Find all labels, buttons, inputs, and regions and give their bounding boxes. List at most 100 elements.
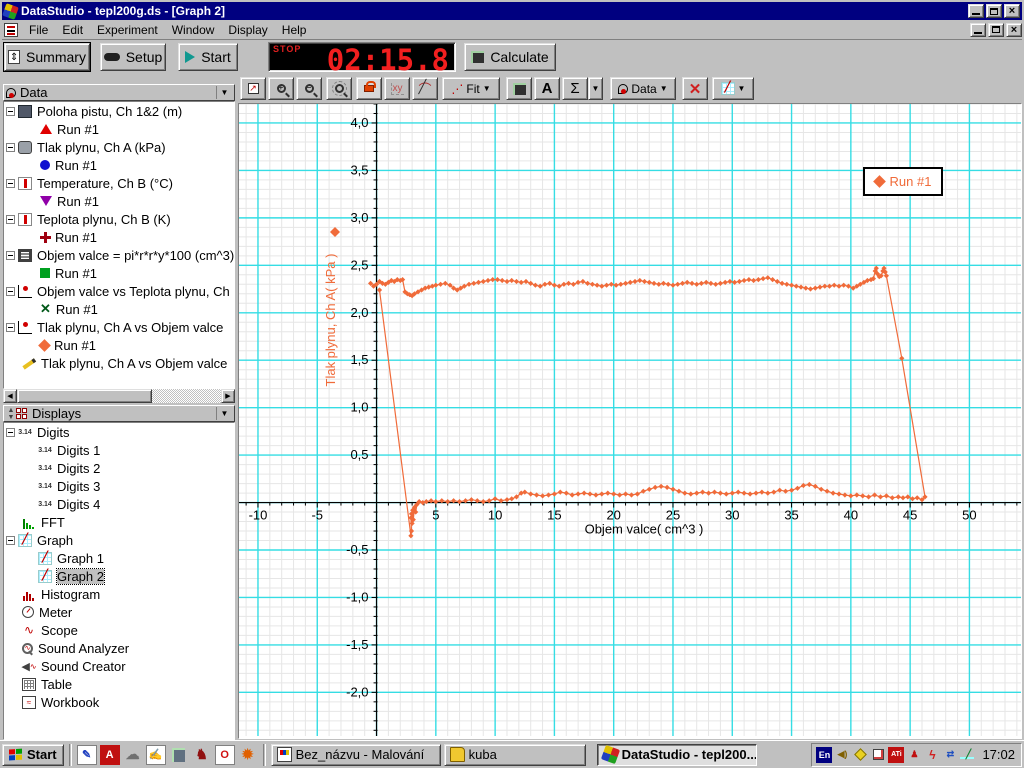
display-item-meter[interactable]: Meter [4,603,234,621]
display-item-digits2[interactable]: 3.14 Digits 2 [4,459,234,477]
quicklaunch-flame-icon[interactable]: ✹ [238,745,258,765]
start-menu-button[interactable]: Start [2,743,64,766]
slope-tool-button[interactable]: ⌒ ╱ [412,77,438,100]
tree-item-run[interactable]: Run #1 [4,120,234,138]
task-paint[interactable]: Bez_názvu - Malování [270,743,441,766]
tree-item-run[interactable]: Run #1 [4,156,234,174]
setup-button[interactable]: Setup [100,43,166,71]
volume-icon[interactable]: ◀) [834,747,850,763]
tree-item-run[interactable]: Run #1 [4,264,234,282]
collapse-icon[interactable] [6,214,15,224]
graph-display[interactable]: -10 -5 5 10 15 20 25 30 35 40 45 50 4,0 3,5 3,0 2,5 2,0 1… [238,103,1022,739]
data-panel-dropdown[interactable]: ▼ [216,86,232,99]
scrollbar-thumb[interactable] [17,389,152,403]
calculate-button[interactable]: Calculate [464,43,556,71]
collapse-icon[interactable] [6,427,15,437]
display-item-fft[interactable]: FFT [4,513,234,531]
menu-edit[interactable]: Edit [55,21,90,39]
tree-item-sensor[interactable]: Teplota plynu, Ch B (K) [4,210,234,228]
restore-button[interactable] [986,4,1002,18]
graph-settings-dropdown[interactable]: ▼ [712,77,754,100]
tree-item-sensor[interactable]: Temperature, Ch B (°C) [4,174,234,192]
minimize-button[interactable] [968,4,984,18]
zoom-in-button[interactable]: + [268,77,294,100]
remove-button[interactable]: ✕ [682,77,708,100]
child-minimize-button[interactable] [970,22,986,37]
display-item-graph1[interactable]: Graph 1 [4,549,234,567]
display-item-table[interactable]: Table [4,675,234,693]
collapse-icon[interactable] [6,322,15,332]
quicklaunch-write-icon[interactable]: ✍ [145,744,166,765]
ati-icon[interactable]: ATi [888,746,905,763]
tree-item-entered-data[interactable]: Tlak plynu, Ch A vs Objem valce [4,354,234,372]
quicklaunch-opera-icon[interactable]: O [214,744,235,765]
scrollbar-track[interactable] [17,389,221,403]
panel-resize-icon[interactable]: ▲ ▼ [6,407,16,421]
tree-item-calculation[interactable]: Objem valce = pi*r*r*y*100 (cm^3) [4,246,234,264]
display-item-graph[interactable]: Graph [4,531,234,549]
tree-item-sensor[interactable]: Poloha pistu, Ch 1&2 (m) [4,102,234,120]
task-folder-kuba[interactable]: kuba [443,743,586,766]
legend[interactable]: Run #1 [863,167,943,196]
menu-experiment[interactable]: Experiment [90,21,165,39]
tree-item-run[interactable]: Run #1 [4,228,234,246]
calculate-tool-button[interactable] [506,77,532,100]
keyboard-layout-indicator[interactable]: En [816,746,833,763]
sync-arrows-icon[interactable]: ⇄ [942,747,958,763]
start-button[interactable]: Start [178,43,238,71]
display-item-graph2[interactable]: Graph 2 [4,567,234,585]
collapse-icon[interactable] [6,535,15,545]
collapse-icon[interactable] [6,250,15,260]
collapse-icon[interactable] [6,178,15,188]
graph-plot-area[interactable]: -10 -5 5 10 15 20 25 30 35 40 45 50 4,0 3,5 3,0 2,5 2,0 1… [239,103,1021,736]
collapse-icon[interactable] [6,142,15,152]
fit-dropdown[interactable]: ⋰ Fit ▼ [442,77,500,100]
zoom-out-button[interactable]: − [296,77,322,100]
summary-button[interactable]: ⇕ Summary [3,42,91,72]
scale-to-fit-button[interactable]: ↗ [240,77,266,100]
smart-tool-button[interactable]: xy [384,77,410,100]
pen-tray-icon[interactable]: ╱ [960,746,977,763]
close-button[interactable]: × [1004,4,1020,18]
menu-help[interactable]: Help [275,21,314,39]
collapse-icon[interactable] [6,106,15,116]
tree-item-sensor[interactable]: Tlak plynu, Ch A (kPa) [4,138,234,156]
tree-item-xy[interactable]: Tlak plynu, Ch A vs Objem valce [4,318,234,336]
title-bar[interactable]: DataStudio - tepl200g.ds - [Graph 2] × [2,2,1022,20]
quicklaunch-notes-icon[interactable]: ✎ [76,744,97,765]
display-item-digits[interactable]: 3.14 Digits [4,423,234,441]
child-restore-button[interactable] [988,22,1004,37]
text-tool-button[interactable]: A [534,77,560,100]
child-close-button[interactable]: × [1006,22,1022,37]
statistics-button[interactable]: Σ [562,77,588,100]
display-item-digits3[interactable]: 3.14 Digits 3 [4,477,234,495]
display-item-digits1[interactable]: 3.14 Digits 1 [4,441,234,459]
scroll-right-icon[interactable]: ▶ [221,389,235,403]
display-item-workbook[interactable]: Workbook [4,693,234,711]
zoom-select-button[interactable] [326,77,352,100]
display-item-scope[interactable]: ∿ Scope [4,621,234,639]
collapse-icon[interactable] [6,286,15,296]
quicklaunch-dragon-icon[interactable]: ♞ [192,745,212,765]
displays-panel-header[interactable]: ▲ ▼ Displays ▼ [3,405,235,422]
tree-item-run[interactable]: Run #1 [4,336,234,354]
tree-item-run[interactable]: ✕ Run #1 [4,300,234,318]
task-datastudio[interactable]: DataStudio - tepl200... [596,743,757,766]
quicklaunch-bird-icon[interactable]: ☁ [123,745,143,765]
data-panel-header[interactable]: Data ▼ [3,84,235,101]
scheduler-icon[interactable] [870,747,886,763]
quicklaunch-acrobat-icon[interactable]: A [99,744,120,765]
menu-file[interactable]: File [22,21,55,39]
data-tree-hscrollbar[interactable]: ◀ ▶ [3,389,235,403]
menu-window[interactable]: Window [165,21,222,39]
document-icon[interactable] [4,22,18,37]
quicklaunch-calculator-icon[interactable] [169,745,189,765]
display-item-sound-creator[interactable]: ◀ ∿ Sound Creator [4,657,234,675]
lock-tool-button[interactable] [356,77,382,100]
data-dropdown[interactable]: Data ▼ [610,77,676,100]
menu-display[interactable]: Display [221,21,274,39]
display-item-digits4[interactable]: 3.14 Digits 4 [4,495,234,513]
display-item-sound-analyzer[interactable]: Sound Analyzer [4,639,234,657]
tree-item-run[interactable]: Run #1 [4,192,234,210]
displays-panel-dropdown[interactable]: ▼ [216,407,232,420]
